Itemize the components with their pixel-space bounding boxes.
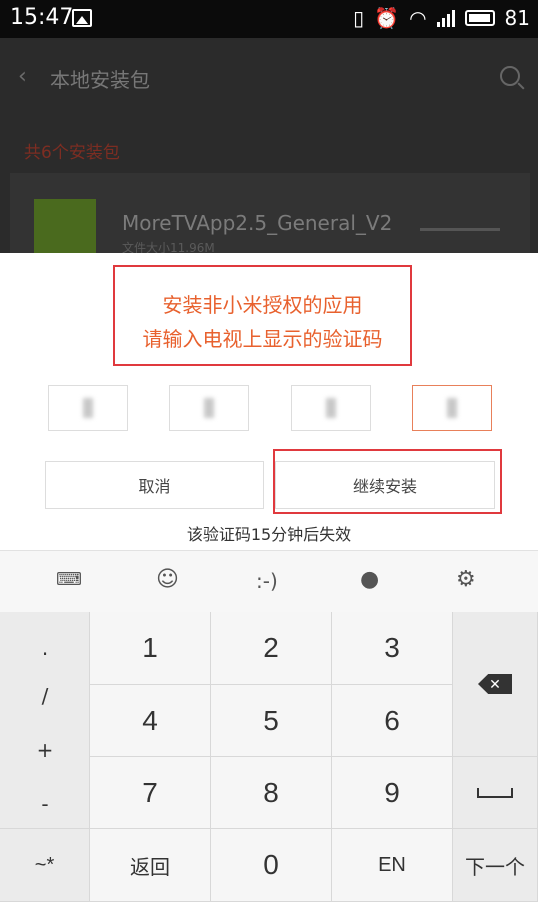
keyboard-icon[interactable]: ⌨ (56, 569, 82, 590)
back-arrow-icon: ‹ (18, 64, 27, 89)
cancel-button[interactable]: 取消 (45, 461, 264, 509)
key-1[interactable]: 1 (90, 612, 211, 685)
battery-icon (464, 10, 495, 26)
key-0[interactable]: 0 (211, 829, 332, 902)
verification-dialog: 安装非小米授权的应用 请输入电视上显示的验证码 取消 继续安装 该验证码15分钟… (0, 253, 538, 550)
emoticon-button[interactable]: :-) (256, 569, 278, 593)
background-app: ‹ 本地安装包 共6个安装包 MoreTVApp2.5_General_V2 文… (0, 38, 538, 255)
vibrate-icon: ▯ (353, 6, 365, 30)
package-card: MoreTVApp2.5_General_V2 文件大小11.96M (10, 173, 530, 255)
key-3[interactable]: 3 (332, 612, 453, 685)
ime-toolbar: ⌨ ☺ :-) ● ⚙ (0, 550, 538, 612)
key-8[interactable]: 8 (211, 757, 332, 829)
masked-digit (447, 398, 457, 418)
space-icon (477, 787, 513, 798)
code-digit-1[interactable] (48, 385, 128, 431)
status-icons: ▯ ⏰ ◠ 81 (353, 6, 530, 30)
alarm-icon: ⏰ (374, 6, 400, 30)
key-symbol[interactable]: / (0, 684, 90, 708)
key-2[interactable]: 2 (211, 612, 332, 685)
battery-level: 81 (504, 6, 530, 30)
code-digit-4[interactable] (412, 385, 492, 431)
back-key[interactable]: 返回 (90, 829, 211, 902)
masked-digit (204, 398, 214, 418)
code-digit-3[interactable] (291, 385, 371, 431)
image-icon (72, 9, 92, 27)
microphone-icon[interactable]: ● (360, 567, 379, 592)
package-count: 共6个安装包 (24, 143, 120, 163)
background-title: 本地安装包 (50, 68, 150, 92)
key-5[interactable]: 5 (211, 685, 332, 757)
backspace-key[interactable]: ✕ (453, 612, 538, 757)
backspace-icon: ✕ (478, 674, 512, 694)
continue-highlight (273, 449, 502, 514)
key-7[interactable]: 7 (90, 757, 211, 829)
numeric-keyboard: . / + - 1 2 3 4 5 6 7 8 9 ✕ ~* 返回 0 EN 下… (0, 612, 538, 902)
status-time: 15:47 (10, 5, 74, 30)
android-app-icon (34, 199, 96, 254)
key-4[interactable]: 4 (90, 685, 211, 757)
key-symbol[interactable]: + (0, 738, 90, 762)
prompt-line-1: 安装非小米授权的应用 (162, 293, 363, 317)
code-digit-2[interactable] (169, 385, 249, 431)
search-icon (500, 66, 520, 86)
symbols-switch-key[interactable]: ~* (0, 829, 90, 902)
masked-digit (326, 398, 336, 418)
key-symbol[interactable]: . (0, 636, 90, 660)
wifi-icon: ◠ (409, 6, 427, 30)
prompt-highlight: 安装非小米授权的应用 请输入电视上显示的验证码 (113, 265, 412, 366)
masked-digit (83, 398, 93, 418)
key-9[interactable]: 9 (332, 757, 453, 829)
language-switch-key[interactable]: EN (332, 829, 453, 902)
next-key[interactable]: 下一个 (453, 829, 538, 902)
package-name: MoreTVApp2.5_General_V2 (122, 211, 393, 235)
space-key[interactable] (453, 757, 538, 829)
progress-bar (420, 228, 500, 231)
settings-gear-icon[interactable]: ⚙ (456, 567, 476, 592)
expiry-notice: 该验证码15分钟后失效 (186, 525, 352, 544)
status-bar: 15:47 ▯ ⏰ ◠ 81 (0, 0, 538, 38)
prompt-line-2: 请输入电视上显示的验证码 (142, 327, 383, 351)
signal-icon (436, 9, 455, 27)
key-6[interactable]: 6 (332, 685, 453, 757)
key-symbol[interactable]: - (0, 792, 90, 816)
emoji-icon[interactable]: ☺ (156, 567, 179, 592)
